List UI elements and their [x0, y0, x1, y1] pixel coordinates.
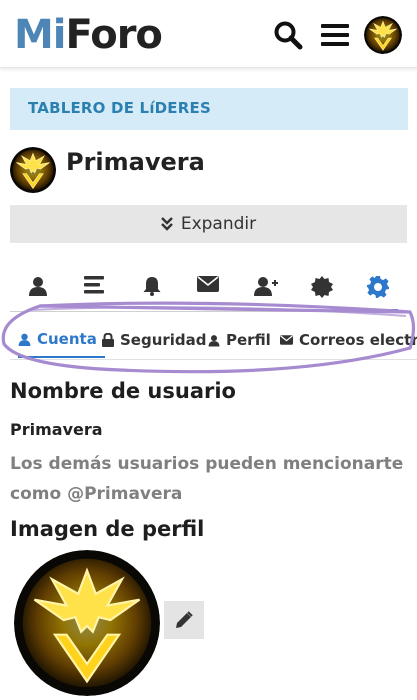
tab-messages[interactable] — [188, 266, 228, 312]
tab-account[interactable]: Cuenta — [18, 322, 105, 358]
user-plus-icon — [254, 277, 278, 296]
tab-invites[interactable] — [246, 266, 286, 312]
username-section-title: Nombre de usuario — [10, 379, 236, 403]
username-value: Primavera — [10, 420, 103, 439]
double-chevron-down-icon — [160, 217, 173, 231]
search-icon[interactable] — [271, 18, 305, 52]
list-icon — [84, 276, 104, 294]
tab-badges[interactable] — [302, 266, 342, 312]
leaderboard-label: TABLERO DE LíDERES — [28, 99, 211, 117]
expand-button[interactable]: Expandir — [10, 205, 407, 243]
envelope-icon — [197, 276, 219, 292]
profile-name: Primavera — [66, 148, 205, 176]
bell-icon — [143, 277, 161, 296]
user-avatar[interactable] — [364, 16, 402, 54]
tab-profile[interactable]: Perfil — [208, 322, 271, 358]
expand-label: Expandir — [180, 214, 257, 234]
tab-security-label: Seguridad — [120, 331, 207, 349]
envelope-icon — [280, 335, 293, 345]
profile-picture — [14, 550, 160, 696]
tab-preferences[interactable] — [358, 266, 398, 312]
leaderboard-banner[interactable]: TABLERO DE LíDERES — [10, 88, 408, 130]
tab-emails[interactable]: Correos electró — [280, 322, 417, 358]
user-icon — [18, 333, 31, 346]
tab-profile-label: Perfil — [226, 331, 271, 349]
user-icon — [208, 334, 220, 346]
gear-icon — [367, 276, 389, 298]
preferences-sub-tabs: Cuenta Seguridad Perfil Correos electró — [10, 322, 417, 360]
tab-notifications[interactable] — [132, 266, 172, 312]
tab-emails-label: Correos electró — [299, 331, 417, 349]
edit-avatar-button[interactable] — [164, 601, 204, 639]
menu-icon[interactable] — [318, 18, 352, 52]
site-logo[interactable]: MiForo — [14, 10, 163, 60]
tab-security[interactable]: Seguridad — [102, 322, 207, 358]
tab-summary[interactable] — [18, 266, 58, 312]
top-header: MiForo — [0, 0, 417, 68]
username-hint: Los demás usuarios pueden mencionarte co… — [10, 454, 404, 504]
logo-part-foro: Foro — [65, 12, 163, 58]
avatar-section-title: Imagen de perfil — [10, 517, 205, 541]
badge-icon — [311, 276, 333, 298]
lock-icon — [102, 333, 114, 347]
profile-icon-tabs — [10, 266, 407, 312]
logo-part-mi: Mi — [14, 12, 67, 58]
tab-account-label: Cuenta — [37, 330, 97, 348]
tab-activity[interactable] — [74, 266, 114, 312]
user-icon — [29, 277, 47, 296]
profile-avatar — [10, 147, 56, 193]
pencil-icon — [176, 611, 193, 628]
